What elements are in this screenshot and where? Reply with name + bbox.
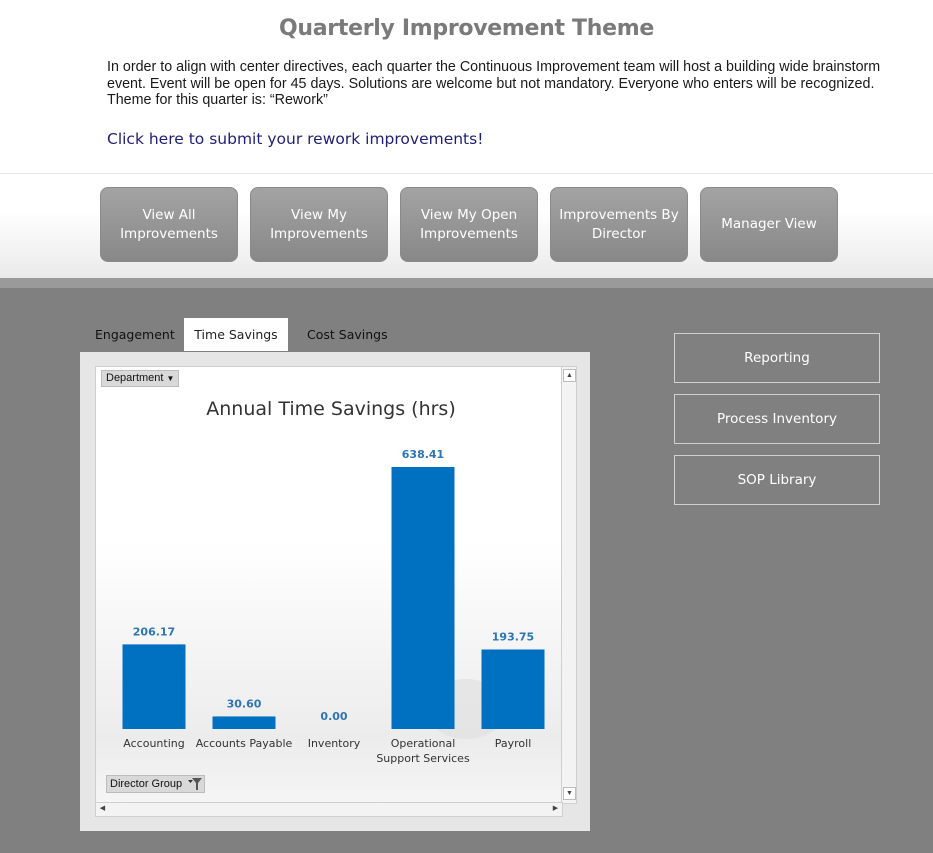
bar[interactable] bbox=[212, 716, 276, 729]
page-title: Quarterly Improvement Theme bbox=[279, 16, 654, 41]
scroll-right-icon[interactable]: ▶ bbox=[550, 803, 561, 814]
scroll-left-icon[interactable]: ◀ bbox=[97, 803, 108, 814]
filter-funnel-icon bbox=[188, 778, 203, 790]
bar[interactable] bbox=[391, 467, 455, 729]
department-filter-label: Department bbox=[106, 372, 164, 384]
category-label: Accounting bbox=[123, 737, 184, 750]
manager-view-button[interactable]: Manager View bbox=[700, 187, 838, 262]
bar[interactable] bbox=[481, 649, 545, 729]
view-my-open-improvements-button[interactable]: View My Open Improvements bbox=[400, 187, 538, 262]
data-label: 0.00 bbox=[320, 710, 347, 723]
theme-description: In order to align with center directives… bbox=[107, 59, 881, 109]
improvements-by-director-button[interactable]: Improvements By Director bbox=[550, 187, 688, 262]
nav-bar: View All Improvements View My Improvemen… bbox=[0, 173, 933, 278]
vertical-scrollbar[interactable]: ▲ ▼ bbox=[561, 367, 576, 802]
category-label: Accounts Payable bbox=[196, 737, 293, 750]
category-label: Inventory bbox=[308, 737, 361, 750]
tab-cost-savings[interactable]: Cost Savings bbox=[293, 318, 402, 351]
data-label: 193.75 bbox=[492, 630, 534, 643]
view-my-improvements-button[interactable]: View My Improvements bbox=[250, 187, 388, 262]
category-label: Operational bbox=[391, 737, 456, 750]
bar-chart: 206.17 Accounting 30.60 Accounts Payable 0.0… bbox=[122, 448, 545, 765]
header: Quarterly Improvement Theme In order to … bbox=[0, 0, 933, 173]
data-label: 206.17 bbox=[133, 625, 175, 638]
category-label: Support Services bbox=[376, 752, 470, 765]
reporting-button[interactable]: Reporting bbox=[674, 333, 880, 383]
submit-improvements-link[interactable]: Click here to submit your rework improve… bbox=[107, 130, 483, 148]
tab-time-savings[interactable]: Time Savings bbox=[184, 318, 288, 351]
bar[interactable] bbox=[122, 644, 186, 729]
pivot-chart: 206.17 Accounting 30.60 Accounts Payable 0.0… bbox=[95, 366, 577, 804]
tab-engagement[interactable]: Engagement bbox=[81, 318, 189, 351]
department-filter-button[interactable]: Department ▼ bbox=[101, 370, 180, 387]
sop-library-button[interactable]: SOP Library bbox=[674, 455, 880, 505]
process-inventory-button[interactable]: Process Inventory bbox=[674, 394, 880, 444]
director-group-filter-label: Director Group bbox=[110, 778, 183, 790]
data-label: 638.41 bbox=[402, 448, 444, 461]
horizontal-scrollbar[interactable]: ◀ ▶ bbox=[95, 802, 563, 817]
category-label: Payroll bbox=[495, 737, 532, 750]
data-label: 30.60 bbox=[227, 697, 262, 710]
chevron-down-icon: ▼ bbox=[166, 374, 175, 383]
director-group-filter-button[interactable]: Director Group bbox=[106, 775, 206, 793]
view-all-improvements-button[interactable]: View All Improvements bbox=[100, 187, 238, 262]
scroll-up-icon[interactable]: ▲ bbox=[563, 369, 576, 382]
chart-panel: 206.17 Accounting 30.60 Accounts Payable 0.0… bbox=[80, 352, 590, 831]
chart-title: Annual Time Savings (hrs) bbox=[206, 398, 456, 420]
scroll-down-icon[interactable]: ▼ bbox=[563, 787, 576, 800]
